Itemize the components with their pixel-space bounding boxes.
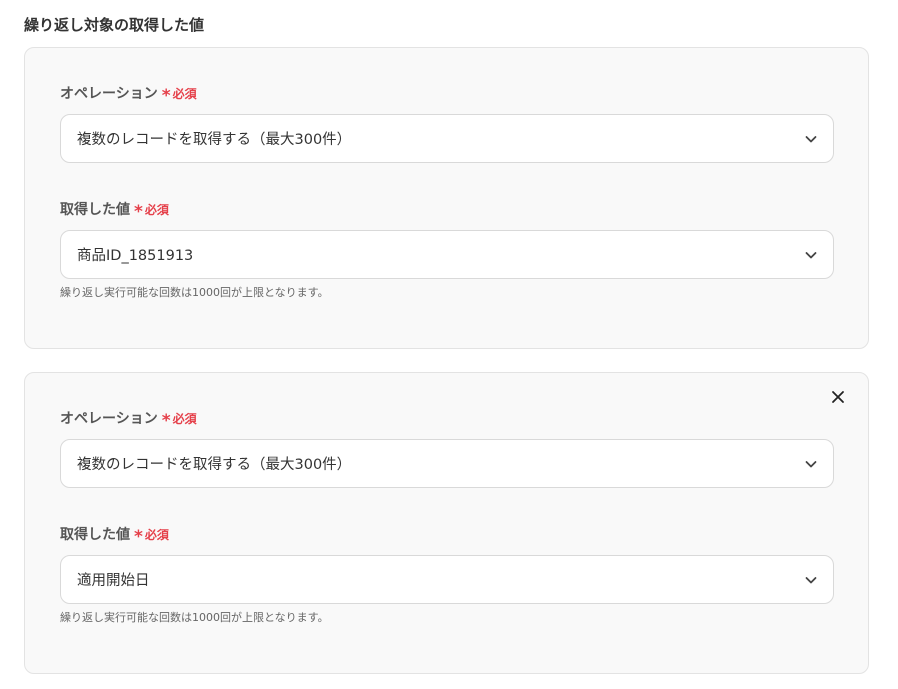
value-select-value: 適用開始日 bbox=[77, 573, 150, 589]
operation-label: オペレーション * 必須 bbox=[60, 409, 197, 431]
operation-select-value: 複数のレコードを取得する（最大300件） bbox=[77, 457, 352, 473]
limit-hint: 繰り返し実行可能な回数は1000回が上限となります。 bbox=[60, 611, 329, 624]
loop-config-card: オペレーション * 必須 複数のレコードを取得する（最大300件） 取得した値 … bbox=[24, 47, 869, 349]
value-label: 取得した値 * 必須 bbox=[60, 525, 169, 547]
chevron-down-icon bbox=[805, 251, 817, 258]
required-text: 必須 bbox=[144, 203, 169, 217]
required-badge: * 必須 bbox=[161, 409, 197, 431]
required-text: 必須 bbox=[144, 528, 169, 542]
value-select[interactable]: 商品ID_1851913 bbox=[60, 230, 834, 279]
asterisk-icon: * bbox=[134, 527, 143, 547]
asterisk-icon: * bbox=[134, 202, 143, 222]
loop-config-card: オペレーション * 必須 複数のレコードを取得する（最大300件） 取得した値 … bbox=[24, 372, 869, 674]
value-select[interactable]: 適用開始日 bbox=[60, 555, 834, 604]
chevron-down-icon bbox=[805, 576, 817, 583]
chevron-down-icon bbox=[805, 135, 817, 142]
operation-select[interactable]: 複数のレコードを取得する（最大300件） bbox=[60, 114, 834, 163]
required-badge: * 必須 bbox=[134, 200, 169, 222]
asterisk-icon: * bbox=[161, 411, 171, 431]
section-title: 繰り返し対象の取得した値 bbox=[24, 16, 205, 34]
asterisk-icon: * bbox=[161, 86, 171, 106]
operation-select[interactable]: 複数のレコードを取得する（最大300件） bbox=[60, 439, 834, 488]
value-label-text: 取得した値 bbox=[60, 527, 130, 543]
required-badge: * 必須 bbox=[134, 525, 169, 547]
close-icon bbox=[832, 391, 844, 403]
required-badge: * 必須 bbox=[161, 84, 197, 106]
value-label: 取得した値 * 必須 bbox=[60, 200, 169, 222]
value-select-value: 商品ID_1851913 bbox=[77, 248, 194, 264]
remove-card-button[interactable] bbox=[828, 387, 848, 407]
chevron-down-icon bbox=[805, 460, 817, 467]
operation-select-value: 複数のレコードを取得する（最大300件） bbox=[77, 132, 352, 148]
operation-label: オペレーション * 必須 bbox=[60, 84, 197, 106]
operation-label-text: オペレーション bbox=[60, 86, 158, 102]
required-text: 必須 bbox=[172, 412, 197, 426]
value-label-text: 取得した値 bbox=[60, 202, 130, 218]
limit-hint: 繰り返し実行可能な回数は1000回が上限となります。 bbox=[60, 286, 329, 299]
operation-label-text: オペレーション bbox=[60, 411, 158, 427]
required-text: 必須 bbox=[172, 87, 197, 101]
